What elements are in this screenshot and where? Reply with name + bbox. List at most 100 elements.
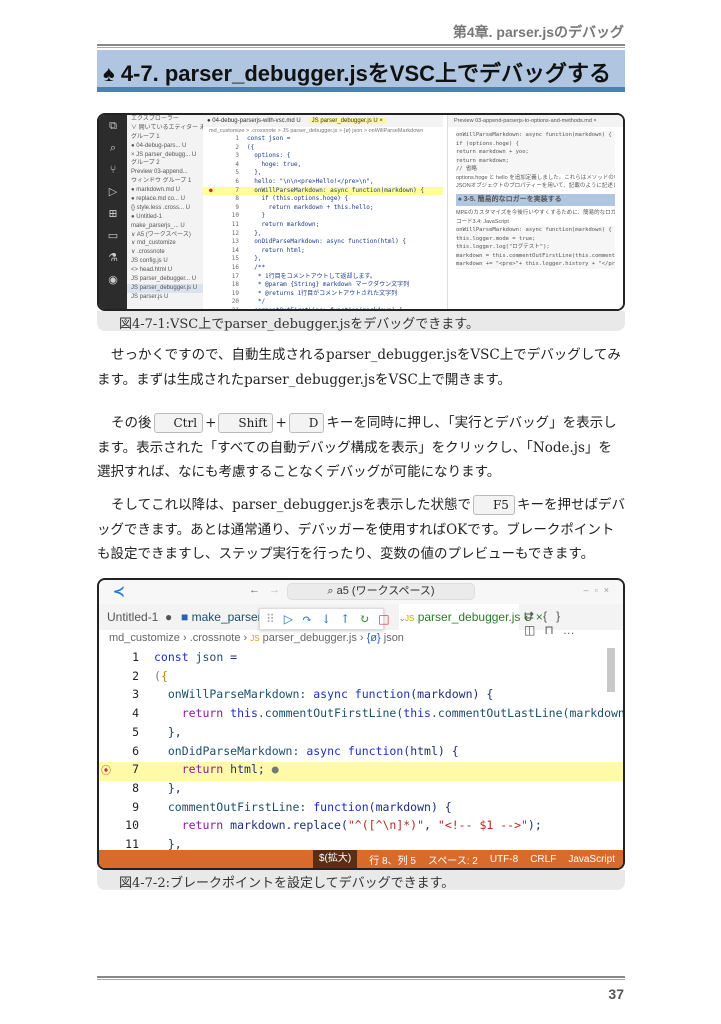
code-editor[interactable]: 1 const json = 2({3 onWillParseMarkdown: a…: [99, 648, 625, 868]
step-into-icon[interactable]: ↓: [321, 612, 331, 626]
code-text: hello: "\n\n<pre>Hello!</pre>\n",: [247, 177, 374, 185]
continue-icon[interactable]: ▷: [284, 612, 293, 626]
breakpoint-icon[interactable]: ●: [209, 187, 213, 196]
code-token: return: [154, 706, 231, 721]
code-line: 18 * @param {String} markdown マークダウン文字列: [203, 281, 443, 290]
crumb[interactable]: .crossnote: [190, 632, 241, 644]
crumb[interactable]: parser_debugger.js: [263, 632, 357, 644]
code-line: 5 },: [99, 725, 623, 744]
encoding[interactable]: UTF-8: [490, 854, 518, 865]
step-over-icon[interactable]: ↷: [302, 612, 312, 626]
code-token: (markdown) {: [368, 799, 452, 814]
code-token: return: [154, 818, 231, 833]
preview-line: ♠ 3-5. 簡易的なロガーを実装する: [456, 193, 615, 206]
code-text: },: [247, 169, 262, 177]
tab-untitled[interactable]: Untitled-1 ●: [107, 610, 172, 624]
code-line: 2 ({: [99, 669, 623, 688]
plus: +: [275, 415, 287, 431]
code-token: .commentOutFirstLine(: [257, 706, 404, 721]
code-token: "<!-- $1 -->": [437, 818, 528, 833]
code-line: 8 if (this.options.hoge) {: [203, 195, 443, 204]
crumb[interactable]: md_customize: [109, 632, 180, 644]
code-line: 6 onDidParseMarkdown: async function(htm…: [99, 744, 623, 763]
code-text: if (this.options.hoge) {: [247, 195, 349, 203]
search-text: a5 (ワークスペース): [336, 585, 435, 597]
tab-debug-md: ● 04-debug-parserjs-with-vsc.md U: [207, 118, 301, 124]
code-line: 14 return html;: [203, 247, 443, 256]
code-line: 1 const json =: [99, 650, 623, 669]
stop-icon[interactable]: □: [378, 612, 389, 626]
window-controls[interactable]: –▫×: [584, 585, 615, 595]
spade-icon: ♠: [103, 61, 115, 86]
line-number: 17: [231, 272, 239, 280]
command-center-search[interactable]: ⌕ a5 (ワークスペース): [287, 583, 475, 600]
editor-actions[interactable]: ⇄{}◫⊓…: [524, 609, 623, 637]
tab-make-parserjs[interactable]: ■ make_parserjs_debu: [181, 610, 261, 624]
step-out-icon[interactable]: ↑: [340, 612, 350, 626]
preview-line: markdown += "<pre>"+ this.logger.history…: [456, 260, 615, 269]
tab-label: make_parserjs_debu: [191, 610, 261, 624]
figure-1-screenshot: ⧉ ⌕ ⑂ ▷ ⊞ ▭ ⚗ ◉ エクスプローラー ∨ 開いているエディター 未保存(1) グループ…: [97, 113, 625, 311]
language-mode[interactable]: JavaScript: [568, 854, 615, 865]
header-rule: [97, 44, 625, 48]
status-item[interactable]: $(拡大): [313, 850, 358, 868]
preview-line: MPEのカスタマイズを今後行いやすくするために、簡易的なロガーを実装します。: [456, 210, 615, 216]
restart-icon[interactable]: ↻: [359, 612, 369, 626]
cursor-position[interactable]: 行 8、列 5: [369, 852, 416, 867]
preview-line: return markdown + yoo;: [456, 148, 615, 157]
forward-arrow-icon[interactable]: →: [269, 584, 280, 596]
code-token: markdown.replace(: [230, 818, 348, 833]
line-ending[interactable]: CRLF: [530, 854, 556, 865]
line-number: 5: [132, 724, 139, 739]
crumb[interactable]: json: [384, 632, 404, 644]
code-line: 5 },: [203, 169, 443, 178]
js-file-icon: JS: [405, 614, 415, 623]
drag-handle-icon[interactable]: ⠿: [266, 612, 275, 626]
line-number: 16: [231, 263, 239, 271]
scrollbar[interactable]: [607, 648, 615, 692]
paragraph-1: せっかくですので、自動生成されるparser_debugger.jsをVSC上で…: [97, 347, 621, 388]
code-token: {: [160, 668, 168, 683]
code-line: 11 return markdown;: [203, 221, 443, 230]
code-text: */: [247, 298, 266, 306]
code-text: onDidParseMarkdown: async function(html)…: [154, 744, 459, 758]
tab-label: Untitled-1: [107, 610, 159, 624]
code-text: commentOutFirstLine: function(markdown) …: [154, 800, 452, 814]
text: その後: [111, 415, 152, 431]
code-line: 6 hello: "\n\n<pre>Hello!</pre>\n",: [203, 178, 443, 187]
windows-file-icon: ■: [181, 610, 192, 624]
sidebar-item: ∨ .crossnote: [131, 249, 165, 256]
code-text: return this.commentOutFirstLine(this.com…: [154, 706, 625, 721]
line-number: 11: [125, 837, 139, 851]
code-line: 17 * 1行目をコメントアウトして返却します。: [203, 273, 443, 282]
code-token: json: [195, 650, 231, 664]
sidebar-item: ウィンドウ グループ 1: [131, 178, 192, 185]
back-arrow-icon[interactable]: ←: [249, 584, 260, 596]
code-text: ({: [247, 143, 255, 151]
code-token: },: [154, 724, 182, 739]
code-line: 13 onDidParseMarkdown: async function(ht…: [203, 238, 443, 247]
tab-parser-debugger[interactable]: JS parser_debugger.js U ×: [399, 604, 543, 630]
code-text: options: {: [247, 152, 291, 160]
code-text: return html; ●: [154, 762, 279, 776]
indentation[interactable]: スペース: 2: [428, 852, 478, 867]
code-token: .commentOutLastLine(markdown));: [430, 706, 625, 721]
sidebar-item: ● markdown.md U: [131, 187, 180, 194]
code-text: },: [247, 255, 262, 263]
line-number: 5: [235, 169, 239, 177]
code-text: return markdown;: [247, 220, 320, 228]
chevron-down-icon[interactable]: ⌄: [399, 614, 407, 624]
extensions-icon: ⊞: [108, 207, 118, 220]
section-title: 4-7. parser_debugger.jsをVSC上でデバッグする: [120, 61, 612, 86]
line-number: 2: [235, 143, 239, 151]
sidebar-item: ● Untitled-1: [131, 213, 162, 220]
line-number: 15: [231, 255, 239, 263]
code-token: (: [154, 668, 161, 683]
code-text: * 1行目をコメントアウトして返却します。: [247, 272, 376, 280]
line-number: 10: [231, 212, 239, 220]
running-header: 第4章. parser.jsのデバッグ: [452, 24, 624, 40]
code-token: ●: [264, 762, 279, 777]
code-line: 19 * @returns 1行目がコメントアウトされた文字列: [203, 290, 443, 299]
code-line: 8 },: [99, 781, 623, 800]
code-line: 12 },: [203, 230, 443, 239]
